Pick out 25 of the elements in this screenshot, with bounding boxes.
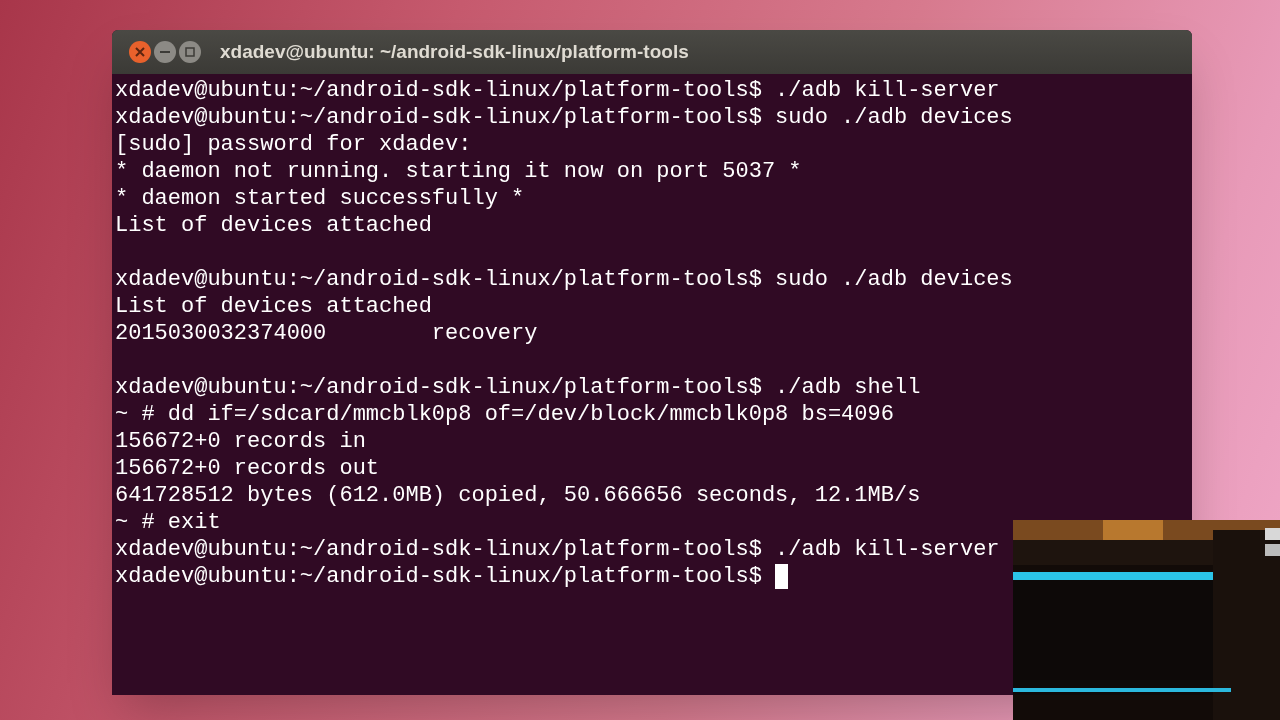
cursor	[775, 564, 789, 589]
terminal-line: 2015030032374000 recovery	[115, 320, 538, 347]
terminal-line: xdadev@ubuntu:~/android-sdk-linux/platform-tools$ ./adb kill-server	[115, 536, 1000, 563]
minimize-button[interactable]	[154, 41, 176, 63]
terminal-line: ~ # exit	[115, 509, 221, 536]
terminal-line: [sudo] password for xdadev:	[115, 131, 472, 158]
terminal-line: xdadev@ubuntu:~/android-sdk-linux/platform-tools$ sudo ./adb devices	[115, 104, 1013, 131]
minimize-icon	[160, 50, 170, 54]
window-title: xdadev@ubuntu: ~/android-sdk-linux/platform-tools	[220, 39, 689, 64]
maximize-button[interactable]	[179, 41, 201, 63]
terminal-line: * daemon not running. starting it now on port 5037 *	[115, 158, 802, 185]
close-button[interactable]	[129, 41, 151, 63]
terminal-line: * daemon started successfully *	[115, 185, 525, 212]
terminal-line: 641728512 bytes (612.0MB) copied, 50.666656 seconds, 12.1MB/s	[115, 482, 921, 509]
terminal-line: 156672+0 records out	[115, 455, 380, 482]
terminal-line: xdadev@ubuntu:~/android-sdk-linux/platform-tools$ ./adb kill-server	[115, 77, 1000, 104]
terminal-line: List of devices attached	[115, 212, 432, 239]
maximize-icon	[185, 47, 195, 57]
terminal-line: ~ # dd if=/sdcard/mmcblk0p8 of=/dev/block/mmcblk0p8 bs=4096	[115, 401, 894, 428]
terminal-line: List of devices attached	[115, 293, 432, 320]
terminal-line: xdadev@ubuntu:~/android-sdk-linux/platform-tools$ ./adb shell	[115, 374, 921, 401]
terminal-line: 156672+0 records in	[115, 428, 366, 455]
close-icon	[135, 47, 145, 57]
terminal-line: xdadev@ubuntu:~/android-sdk-linux/platform-tools$ sudo ./adb devices	[115, 266, 1013, 293]
terminal-line: xdadev@ubuntu:~/android-sdk-linux/platform-tools$	[115, 563, 763, 590]
